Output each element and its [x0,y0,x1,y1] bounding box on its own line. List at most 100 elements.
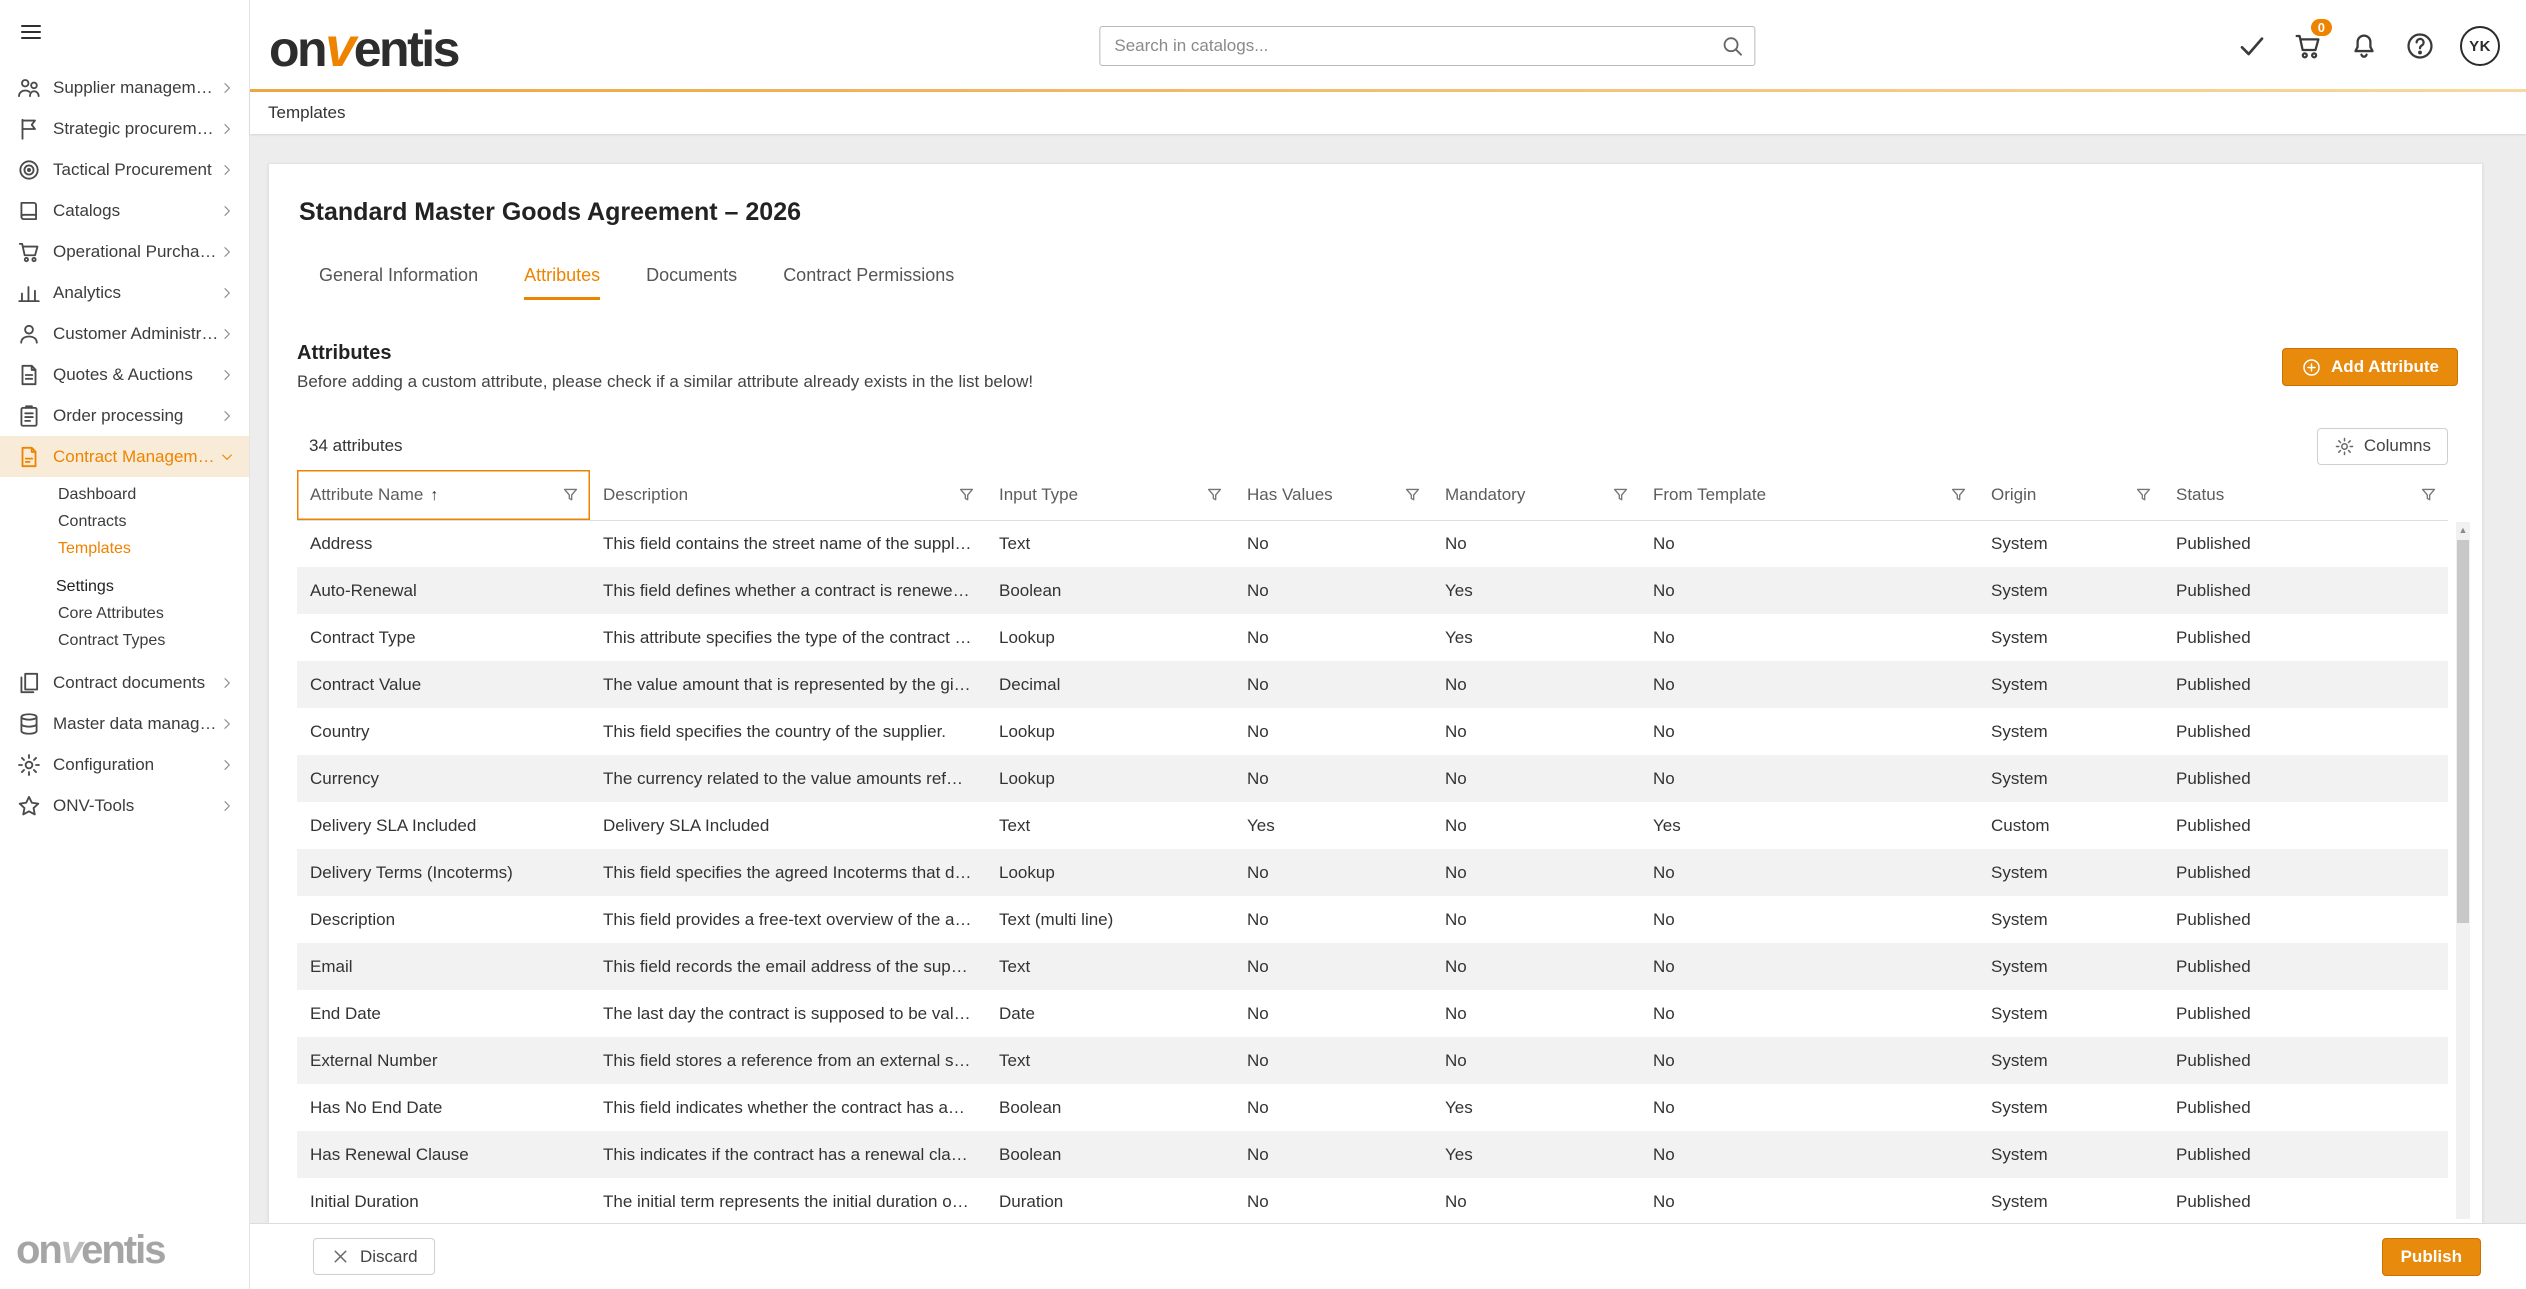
tab-general-information[interactable]: General Information [319,265,478,300]
column-header-from-template[interactable]: From Template [1640,470,1978,520]
sidebar-item-catalogs[interactable]: Catalogs [0,190,249,231]
scrollbar-thumb[interactable] [2457,540,2469,923]
cell-status: Published [2163,896,2448,943]
scroll-up-icon[interactable] [2456,522,2470,538]
cell-description: This field specifies the agreed Incoterm… [590,849,986,896]
column-header-has-values[interactable]: Has Values [1234,470,1432,520]
column-header-description[interactable]: Description [590,470,986,520]
search-icon[interactable] [1719,33,1745,59]
column-header-mandatory[interactable]: Mandatory [1432,470,1640,520]
sidebar-item-contract-documents[interactable]: Contract documents [0,662,249,703]
table-row[interactable]: EmailThis field records the email addres… [297,943,2448,990]
breadcrumb: Templates [250,92,2526,134]
cell-mandatory: No [1432,896,1640,943]
cart-icon[interactable]: 0 [2292,30,2324,62]
column-header-input-type[interactable]: Input Type [986,470,1234,520]
sidebar-item-onv-tools[interactable]: ONV-Tools [0,785,249,826]
cell-mandatory: No [1432,708,1640,755]
filter-icon[interactable] [2134,485,2153,504]
column-header-origin[interactable]: Origin [1978,470,2163,520]
sidebar-item-analytics[interactable]: Analytics [0,272,249,313]
sidebar-subitem-contracts[interactable]: Contracts [0,508,249,535]
cell-mandatory: No [1432,755,1640,802]
chevron-right-icon [219,757,235,773]
cell-has-values: No [1234,755,1432,802]
tab-contract-permissions[interactable]: Contract Permissions [783,265,954,300]
sidebar-subitem-dashboard[interactable]: Dashboard [0,481,249,508]
sidebar-item-label: Configuration [53,755,219,775]
column-header-status[interactable]: Status [2163,470,2448,520]
help-icon[interactable] [2404,30,2436,62]
search-input[interactable] [1099,26,1755,66]
strategy-icon [16,116,42,142]
plus-circle-icon [2301,357,2322,378]
cell-from-template: No [1640,849,1978,896]
filter-icon[interactable] [2419,485,2438,504]
table-row[interactable]: Delivery SLA IncludedDelivery SLA Includ… [297,802,2448,849]
tab-attributes[interactable]: Attributes [524,265,600,300]
sidebar-item-configuration[interactable]: Configuration [0,744,249,785]
sidebar-item-order-processing[interactable]: Order processing [0,395,249,436]
cell-from-template: No [1640,1131,1978,1178]
tactical-icon [16,157,42,183]
gear-icon [2334,436,2355,457]
onventis-logo[interactable]: onventis [269,14,458,79]
table-row[interactable]: Has Renewal ClauseThis indicates if the … [297,1131,2448,1178]
sidebar-item-customer-administration[interactable]: Customer Administration [0,313,249,354]
table-row[interactable]: CountryThis field specifies the country … [297,708,2448,755]
sidebar-subitem-contract-types[interactable]: Contract Types [0,627,249,654]
table-row[interactable]: Contract ValueThe value amount that is r… [297,661,2448,708]
table-row[interactable]: Contract TypeThis attribute specifies th… [297,614,2448,661]
sidebar-subitem-templates[interactable]: Templates [0,535,249,562]
star-icon [16,793,42,819]
filter-icon[interactable] [1205,485,1224,504]
cell-input-type: Lookup [986,849,1234,896]
filter-icon[interactable] [1611,485,1630,504]
sidebar-item-operational-purchasing[interactable]: Operational Purchasing [0,231,249,272]
table-row[interactable]: Initial DurationThe initial term represe… [297,1178,2448,1223]
publish-button[interactable]: Publish [2382,1238,2481,1276]
tasks-check-icon[interactable] [2236,30,2268,62]
cell-mandatory: No [1432,990,1640,1037]
tab-documents[interactable]: Documents [646,265,737,300]
sidebar-subitem-core-attributes[interactable]: Core Attributes [0,600,249,627]
table-row[interactable]: End DateThe last day the contract is sup… [297,990,2448,1037]
filter-icon[interactable] [957,485,976,504]
table-row[interactable]: Has No End DateThis field indicates whet… [297,1084,2448,1131]
table-row[interactable]: External NumberThis field stores a refer… [297,1037,2448,1084]
discard-button[interactable]: Discard [313,1238,435,1275]
cell-description: Delivery SLA Included [590,802,986,849]
cell-attribute-name: Description [297,896,590,943]
sidebar-item-contract-management[interactable]: Contract Management [0,436,249,477]
sidebar-item-tactical-procurement[interactable]: Tactical Procurement [0,149,249,190]
user-avatar[interactable]: YK [2460,26,2500,66]
table-row[interactable]: CurrencyThe currency related to the valu… [297,755,2448,802]
cell-has-values: No [1234,708,1432,755]
notifications-bell-icon[interactable] [2348,30,2380,62]
cell-input-type: Boolean [986,567,1234,614]
filter-icon[interactable] [1949,485,1968,504]
cell-from-template: No [1640,1037,1978,1084]
cell-has-values: No [1234,1178,1432,1223]
filter-icon[interactable] [561,485,580,504]
breadcrumb-item[interactable]: Templates [268,103,345,123]
menu-toggle-button[interactable] [0,0,249,61]
sidebar-item-quotes-auctions[interactable]: Quotes & Auctions [0,354,249,395]
vertical-scrollbar[interactable] [2456,522,2470,1219]
topbar: onventis 0 YK [250,0,2526,92]
cell-description: This field indicates whether the contrac… [590,1084,986,1131]
sidebar-item-supplier-management[interactable]: Supplier management [0,67,249,108]
column-header-attribute-name[interactable]: Attribute Name↑ [297,470,590,520]
chevron-right-icon [219,203,235,219]
sidebar-item-master-data-management[interactable]: Master data management [0,703,249,744]
sidebar-item-strategic-procurement[interactable]: Strategic procurement [0,108,249,149]
columns-button[interactable]: Columns [2317,428,2448,465]
sidebar-nav: Supplier managementStrategic procurement… [0,67,249,1228]
table-row[interactable]: DescriptionThis field provides a free-te… [297,896,2448,943]
cell-attribute-name: Contract Type [297,614,590,661]
table-row[interactable]: Auto-RenewalThis field defines whether a… [297,567,2448,614]
filter-icon[interactable] [1403,485,1422,504]
table-row[interactable]: AddressThis field contains the street na… [297,520,2448,567]
add-attribute-button[interactable]: Add Attribute [2282,348,2458,386]
table-row[interactable]: Delivery Terms (Incoterms)This field spe… [297,849,2448,896]
